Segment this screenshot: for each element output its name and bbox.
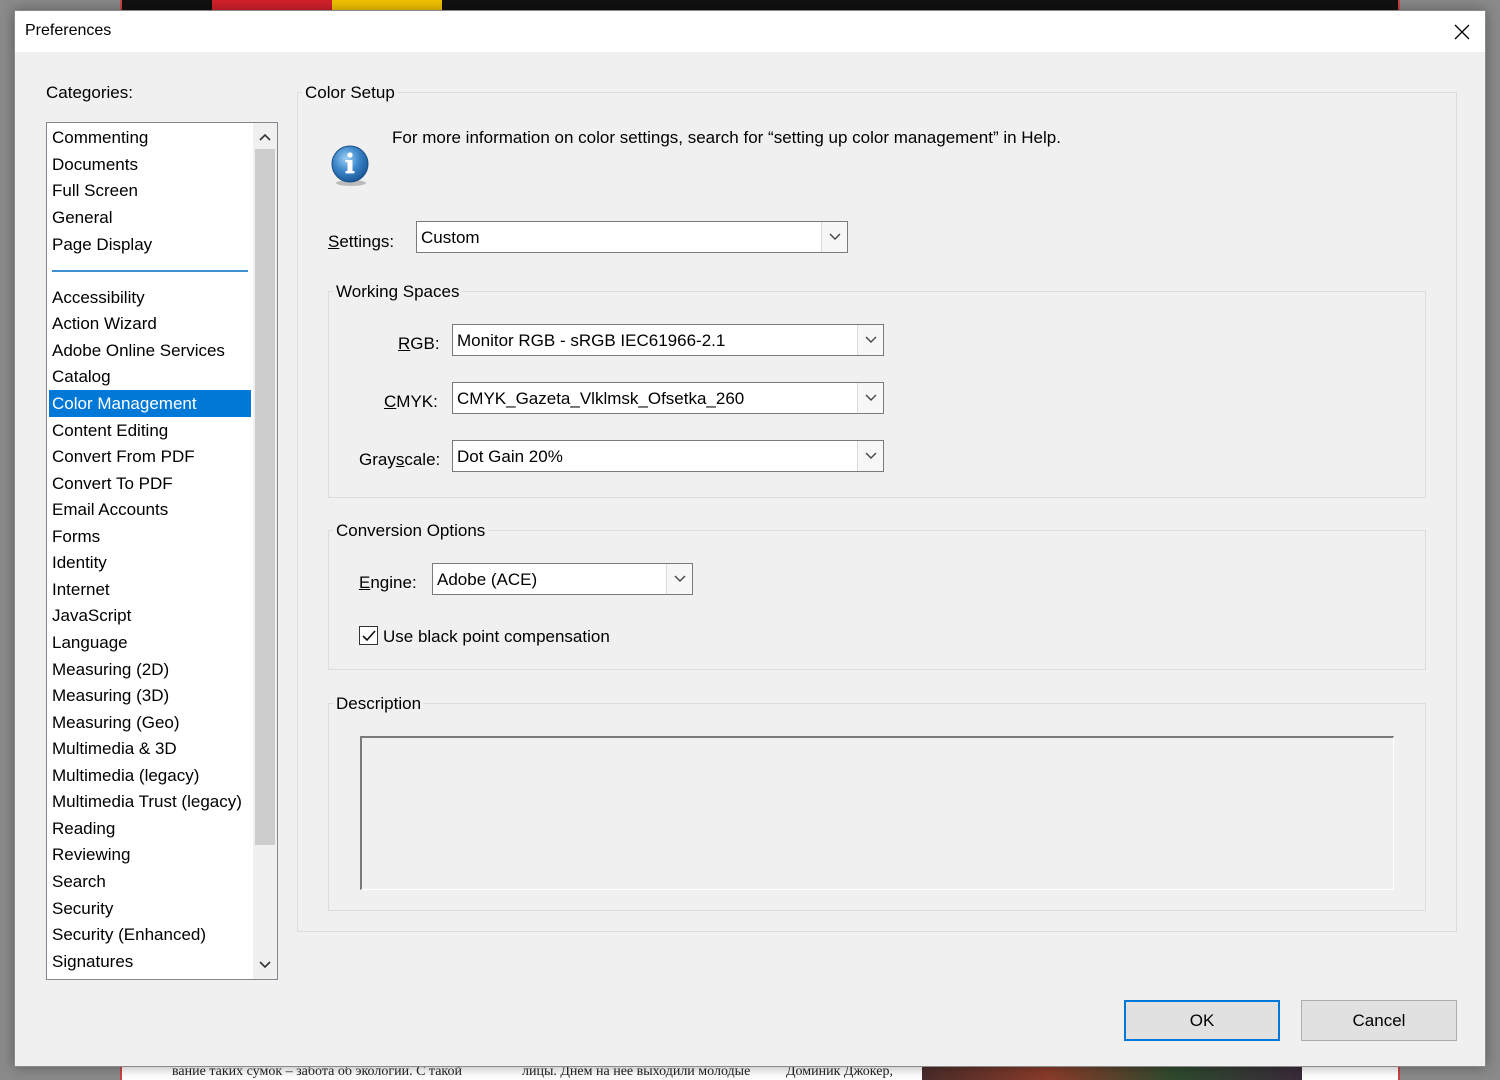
settings-label: Settings: [328,232,395,251]
category-item[interactable]: Internet [49,576,251,603]
category-separator [52,270,248,272]
category-item[interactable]: Measuring (3D) [49,682,251,709]
chevron-up-icon [259,133,271,141]
cmyk-label: CMYK: [384,392,438,411]
chevron-down-icon [259,961,271,969]
category-item[interactable]: Language [49,629,251,656]
engine-value: Adobe (ACE) [437,570,538,589]
category-item-selected[interactable]: Color Management [49,390,251,417]
grayscale-dropdown[interactable]: Dot Gain 20% [452,440,884,472]
category-item[interactable]: Security (Enhanced) [49,921,251,948]
category-item[interactable]: Forms [49,523,251,550]
scroll-up-button[interactable] [253,125,277,149]
settings-label-text: ettings: [339,232,395,251]
rgb-dropdown[interactable]: Monitor RGB - sRGB IEC61966-2.1 [452,324,884,356]
category-item[interactable]: Full Screen [49,177,251,204]
category-item[interactable]: Reading [49,815,251,842]
category-item[interactable]: Commenting [49,124,251,151]
dropdown-arrow [666,564,692,594]
conversion-options-group [328,530,1426,670]
conversion-options-title: Conversion Options [333,521,489,541]
category-item[interactable]: Search [49,868,251,895]
categories-scrollbar[interactable] [253,123,277,979]
categories-list[interactable]: Commenting Documents Full Screen General… [46,122,278,980]
category-item[interactable]: Adobe Online Services [49,337,251,364]
dropdown-arrow [857,383,883,413]
dropdown-arrow [857,325,883,355]
color-setup-title: Color Setup [302,83,398,103]
category-item[interactable]: Email Accounts [49,496,251,523]
category-item[interactable]: General [49,204,251,231]
category-item[interactable]: Accessibility [49,284,251,311]
chevron-down-icon [865,452,876,459]
scroll-thumb[interactable] [255,149,275,845]
category-item[interactable]: Identity [49,549,251,576]
close-button[interactable] [1439,11,1485,52]
category-item[interactable]: Convert From PDF [49,443,251,470]
working-spaces-title: Working Spaces [333,282,463,302]
category-item[interactable]: Page Display [49,231,251,258]
chevron-down-icon [674,575,685,582]
dropdown-arrow [857,441,883,471]
category-item[interactable]: Multimedia Trust (legacy) [49,788,251,815]
settings-value: Custom [421,228,480,247]
category-item[interactable]: Measuring (2D) [49,656,251,683]
engine-dropdown[interactable]: Adobe (ACE) [432,563,693,595]
preferences-dialog: Preferences Categories: Commenting Docum… [14,10,1486,1067]
chevron-down-icon [829,233,840,240]
category-item[interactable]: Signatures [49,948,251,975]
category-item[interactable]: Multimedia & 3D [49,735,251,762]
category-item[interactable]: Documents [49,151,251,178]
cmyk-dropdown[interactable]: CMYK_Gazeta_Vlklmsk_Ofsetka_260 [452,382,884,414]
info-icon [331,145,369,186]
category-item[interactable]: Convert To PDF [49,470,251,497]
category-item[interactable]: Multimedia (legacy) [49,762,251,789]
category-item[interactable]: Catalog [49,363,251,390]
category-item[interactable]: Security [49,895,251,922]
info-text: For more information on color settings, … [392,128,1061,147]
chevron-down-icon [865,336,876,343]
black-point-compensation-checkbox[interactable] [359,626,378,645]
scroll-down-button[interactable] [253,953,277,977]
engine-label: Engine: [359,573,417,592]
cmyk-value: CMYK_Gazeta_Vlklmsk_Ofsetka_260 [457,389,745,408]
checkmark-icon [361,629,376,641]
category-item[interactable]: Action Wizard [49,310,251,337]
cancel-button[interactable]: Cancel [1301,1000,1457,1041]
rgb-value: Monitor RGB - sRGB IEC61966-2.1 [457,331,726,350]
categories-label: Categories: [46,83,133,102]
grayscale-value: Dot Gain 20% [457,447,563,466]
settings-dropdown[interactable]: Custom [416,221,848,253]
close-icon [1454,24,1470,39]
category-item[interactable]: JavaScript [49,602,251,629]
ok-button[interactable]: OK [1124,1000,1280,1041]
dialog-title: Preferences [25,22,112,39]
rgb-label: RGB: [398,334,440,353]
dropdown-arrow [821,222,847,252]
category-item[interactable]: Measuring (Geo) [49,709,251,736]
description-title: Description [333,694,425,714]
chevron-down-icon [865,394,876,401]
category-item[interactable]: Reviewing [49,841,251,868]
title-bar: Preferences [15,11,1485,52]
category-item[interactable]: Content Editing [49,417,251,444]
grayscale-label: Grayscale: [359,450,441,469]
black-point-compensation-label[interactable]: Use black point compensation [383,627,610,647]
description-text-area [360,736,1394,890]
